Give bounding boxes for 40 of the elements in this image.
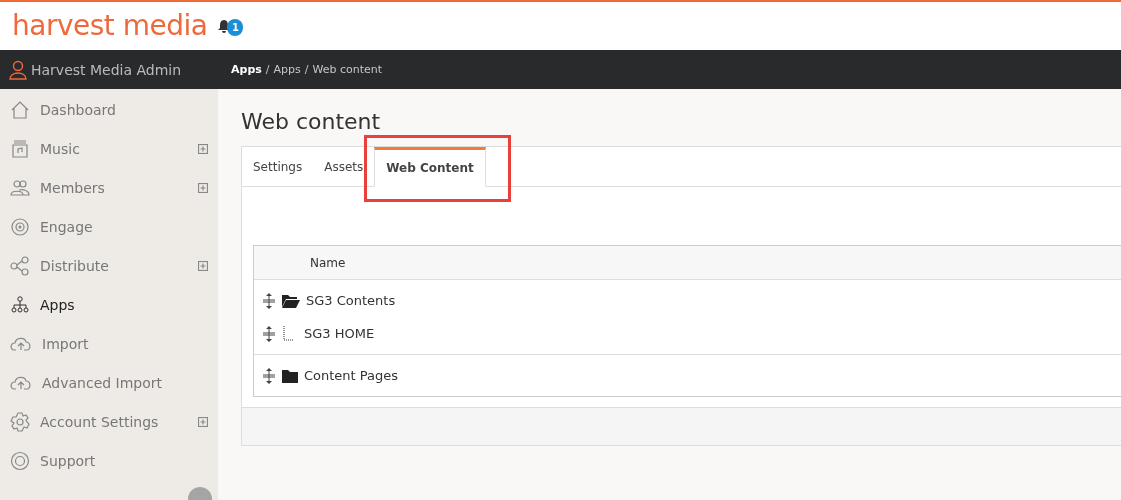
reorder-icon[interactable]	[262, 324, 276, 343]
column-header: Name	[310, 255, 346, 270]
expand-icon[interactable]	[198, 416, 208, 427]
sidebar-item[interactable]: Members	[0, 168, 218, 207]
sidebar-item[interactable]: Music	[0, 129, 218, 168]
users-icon	[10, 177, 30, 198]
sidebar-item[interactable]: Import	[0, 324, 218, 363]
reorder-icon[interactable]	[262, 291, 276, 310]
sitemap-icon	[10, 294, 30, 315]
page-title: Web content	[241, 109, 382, 134]
target-icon	[10, 216, 30, 237]
sidebar-item[interactable]: Support	[0, 441, 218, 480]
lifebuoy-icon	[10, 450, 30, 471]
home-icon	[10, 99, 30, 120]
page-name[interactable]: SG3 HOME	[304, 326, 375, 341]
breadcrumb-link[interactable]: Apps	[273, 63, 301, 76]
expand-icon[interactable]	[198, 260, 208, 271]
user-icon	[9, 59, 27, 80]
folder-name[interactable]: Content Pages	[304, 368, 399, 383]
notification-badge: 1	[227, 19, 244, 36]
breadcrumb-link[interactable]: Web content	[312, 63, 383, 76]
breadcrumb-separator: /	[304, 63, 309, 76]
settings-icon	[10, 411, 30, 432]
sidebar-item[interactable]: Engage	[0, 207, 218, 246]
sidebar-item[interactable]: Apps	[0, 285, 218, 324]
breadcrumb-separator: /	[265, 63, 270, 76]
tree-connector	[282, 325, 294, 342]
sidebar-item[interactable]: Account Settings	[0, 402, 218, 441]
sidebar-item[interactable]: Advanced Import	[0, 363, 218, 402]
user-name[interactable]: Harvest Media Admin	[31, 61, 182, 78]
expand-icon[interactable]	[198, 182, 208, 193]
folder-name[interactable]: SG3 Contents	[306, 293, 396, 308]
breadcrumb-link[interactable]: Apps	[231, 63, 262, 76]
share-icon	[10, 255, 30, 276]
tab[interactable]: Web Content	[374, 147, 486, 187]
sidebar-item[interactable]: Dashboard	[0, 90, 218, 129]
album-icon	[10, 138, 30, 159]
sidebar-item[interactable]: Distribute	[0, 246, 218, 285]
expand-icon[interactable]	[198, 143, 208, 154]
reorder-icon[interactable]	[262, 366, 276, 385]
